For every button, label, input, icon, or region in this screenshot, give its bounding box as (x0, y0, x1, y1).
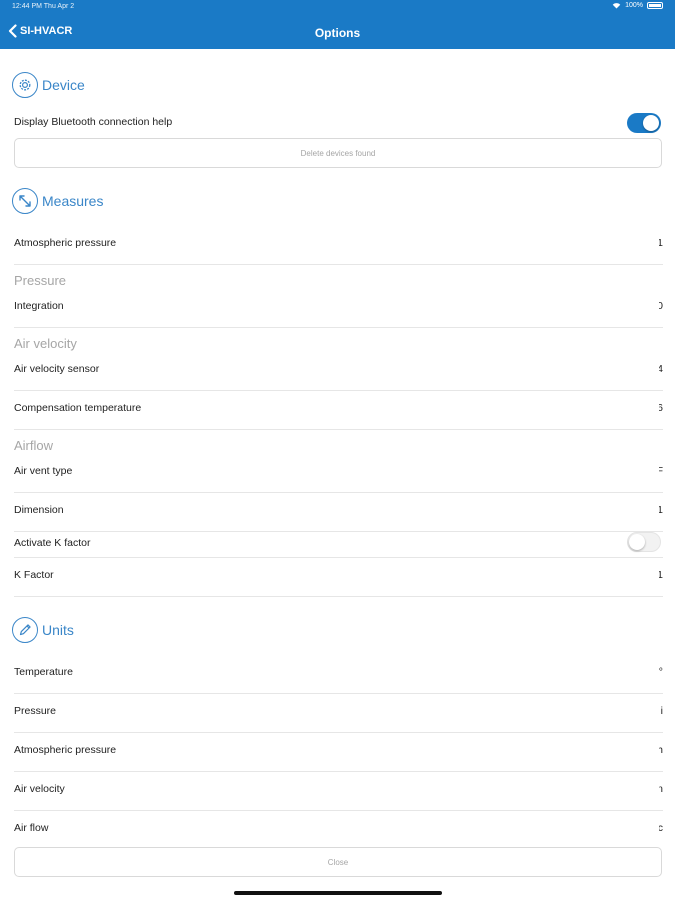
bluetooth-help-toggle[interactable] (627, 113, 661, 133)
battery-icon (647, 2, 663, 9)
section-units-title: Units (42, 622, 74, 638)
integration-value: 0 (659, 300, 663, 312)
unit-temperature-value: ° (659, 666, 663, 678)
home-indicator[interactable] (234, 891, 442, 895)
integration-row[interactable]: Integration (14, 300, 675, 312)
resize-arrows-icon (12, 188, 38, 214)
unit-air-velocity-row[interactable]: Air velocity (14, 783, 675, 795)
air-vent-type-value: F (659, 465, 663, 477)
pressure-subheading: Pressure (14, 273, 67, 288)
divider (14, 693, 663, 694)
unit-air-velocity-value: n (659, 783, 663, 795)
divider (14, 732, 663, 733)
section-units-header: Units (12, 617, 74, 643)
unit-air-flow-row[interactable]: Air flow (14, 822, 675, 834)
section-measures-title: Measures (42, 193, 104, 209)
compensation-temperature-value: 6 (659, 402, 663, 414)
atmospheric-pressure-value: 1 (659, 237, 663, 249)
row-label: Air velocity (14, 783, 65, 795)
divider (14, 557, 663, 558)
row-label: Integration (14, 300, 64, 312)
divider (14, 327, 663, 328)
unit-pressure-value: i (660, 705, 663, 717)
airflow-subheading: Airflow (14, 438, 54, 453)
divider (14, 596, 663, 597)
air-velocity-sensor-value: 4 (659, 363, 663, 375)
unit-atmospheric-pressure-row[interactable]: Atmospheric pressure (14, 744, 675, 756)
unit-atmospheric-pressure-value: h (659, 744, 663, 756)
nav-header: 12:44 PM Thu Apr 2 100% SI-HVACR Options (0, 0, 675, 49)
unit-air-flow-value: c (659, 822, 663, 834)
dimension-row[interactable]: Dimension (14, 504, 675, 516)
row-label: Air flow (14, 822, 49, 834)
air-velocity-subheading: Air velocity (14, 336, 77, 351)
row-label: Atmospheric pressure (14, 237, 117, 249)
unit-pressure-row[interactable]: Pressure (14, 705, 675, 717)
row-label: Air velocity sensor (14, 363, 100, 375)
status-indicators: 100% (612, 2, 663, 9)
divider (14, 810, 663, 811)
activate-k-factor-toggle[interactable] (627, 532, 661, 552)
air-velocity-sensor-row[interactable]: Air velocity sensor (14, 363, 675, 375)
delete-devices-button[interactable]: Delete devices found (14, 138, 662, 168)
battery-percent: 100% (625, 2, 643, 9)
bluetooth-help-label: Display Bluetooth connection help (14, 116, 173, 128)
row-label: Temperature (14, 666, 73, 678)
divider (14, 771, 663, 772)
atmospheric-pressure-row[interactable]: Atmospheric pressure (14, 237, 675, 249)
close-button[interactable]: Close (14, 847, 662, 877)
row-label: Dimension (14, 504, 64, 516)
dimension-value: 1 (659, 504, 663, 516)
divider (14, 492, 663, 493)
activate-k-factor-label: Activate K factor (14, 537, 91, 549)
k-factor-value: 1 (659, 569, 663, 581)
wifi-icon (612, 3, 621, 9)
row-label: Air vent type (14, 465, 73, 477)
row-label: K Factor (14, 569, 54, 581)
row-label: Compensation temperature (14, 402, 142, 414)
section-device-title: Device (42, 77, 85, 93)
divider (14, 264, 663, 265)
air-vent-type-row[interactable]: Air vent type (14, 465, 675, 477)
divider (14, 429, 663, 430)
k-factor-row[interactable]: K Factor (14, 569, 675, 581)
compensation-temperature-row[interactable]: Compensation temperature (14, 402, 675, 414)
row-label: Pressure (14, 705, 57, 717)
page-title: Options (314, 26, 361, 40)
divider (14, 390, 663, 391)
divider (14, 531, 663, 532)
status-time: 12:44 PM Thu Apr 2 (12, 3, 75, 10)
pencil-icon (12, 617, 38, 643)
section-measures-header: Measures (12, 188, 103, 214)
unit-temperature-row[interactable]: Temperature (14, 666, 675, 678)
section-device-header: Device (12, 72, 85, 98)
row-label: Atmospheric pressure (14, 744, 117, 756)
gear-icon (12, 72, 38, 98)
